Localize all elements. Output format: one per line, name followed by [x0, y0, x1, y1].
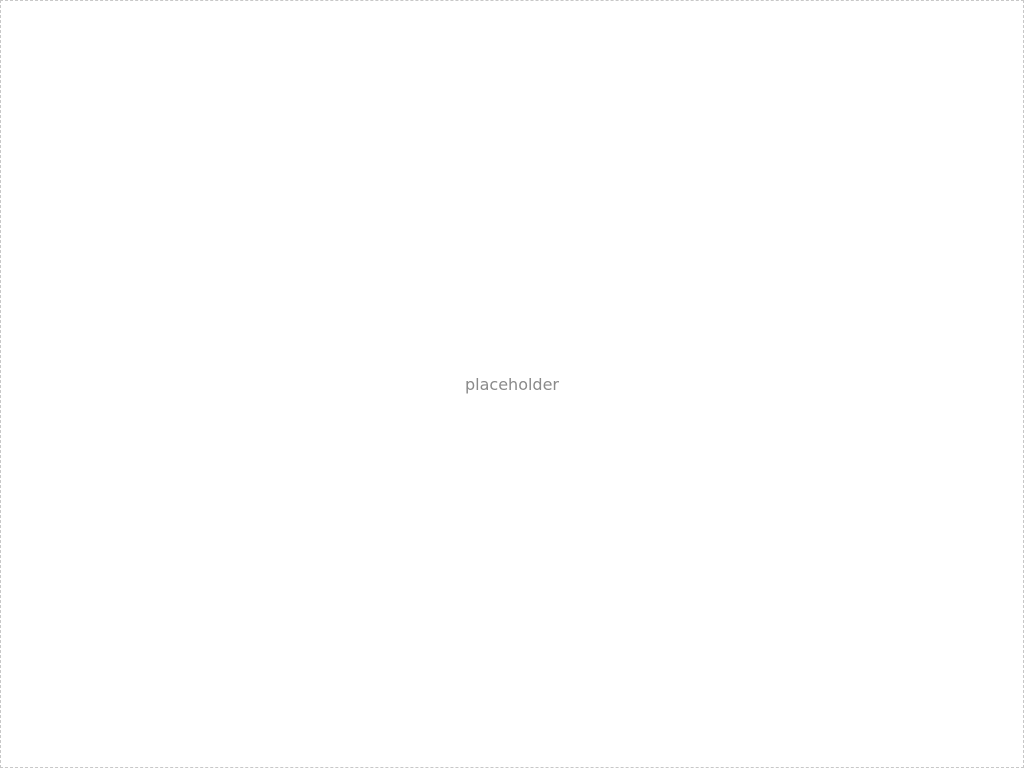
placeholder-box: placeholder	[0, 0, 1024, 768]
placeholder-status: placeholder	[465, 374, 559, 394]
